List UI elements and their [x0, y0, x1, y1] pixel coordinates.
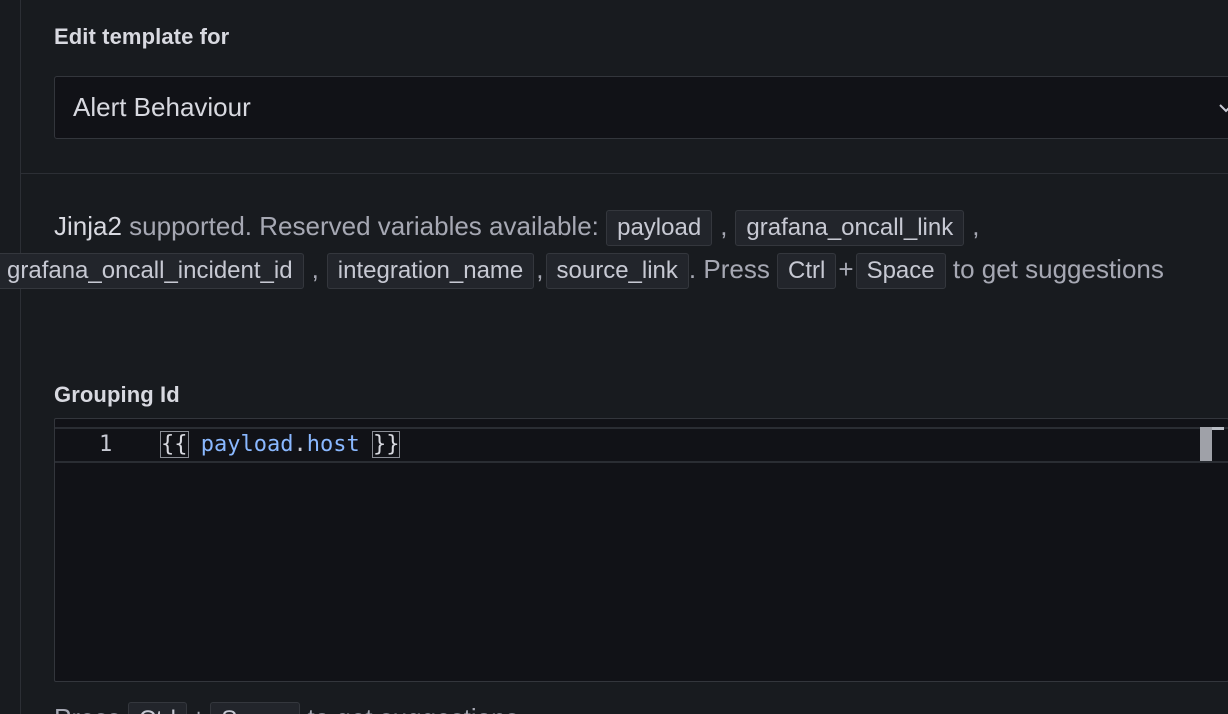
separator: ,	[720, 211, 728, 241]
variable-chip-grafana-oncall-incident-id: grafana_oncall_incident_id	[0, 253, 304, 290]
code-dot: .	[293, 432, 307, 457]
footer-ctrl-key-chip: Ctrl	[127, 702, 188, 714]
variable-chip-source-link: source_link	[545, 253, 689, 290]
footer-plus-text: +	[191, 703, 206, 714]
jinja2-label: Jinja2	[54, 211, 122, 241]
chevron-down-icon	[1219, 104, 1228, 113]
footer-suggestions-text: to get suggestions	[300, 703, 518, 714]
editor-current-line: 1 {{ payload.host }}	[55, 427, 1228, 463]
template-selector-section: Edit template for Alert Behaviour	[21, 0, 1228, 174]
variable-chip-payload: payload	[606, 210, 713, 247]
press-text: . Press	[688, 254, 778, 285]
code-variable-host: host	[306, 432, 360, 457]
editor-scrollbar-thumb[interactable]	[1200, 427, 1212, 461]
template-editor-panel: Edit template for Alert Behaviour Jinja2…	[0, 0, 1228, 714]
variable-chip-integration-name: integration_name	[326, 253, 535, 290]
plus-text: +	[838, 254, 854, 285]
grouping-id-code-editor[interactable]: 1 {{ payload.host }}	[54, 418, 1228, 682]
footer-suggestions-hint: Press Ctrl+ Space to get suggestions	[54, 698, 519, 714]
suggestions-text: to get suggestions	[945, 254, 1164, 285]
separator: ,	[972, 211, 980, 241]
ctrl-key-chip: Ctrl	[777, 253, 837, 290]
edit-template-label: Edit template for	[54, 24, 230, 49]
jinja-help-text: Jinja2 supported. Reserved variables ava…	[0, 205, 1224, 291]
template-select[interactable]: Alert Behaviour	[54, 76, 1228, 139]
variable-chip-grafana-oncall-link: grafana_oncall_link	[735, 210, 965, 247]
help-text-intro: supported. Reserved variables available:	[121, 211, 607, 241]
separator: ,	[536, 254, 544, 285]
code-variable-payload: payload	[200, 432, 294, 457]
close-brace: }}	[371, 431, 401, 458]
footer-press-text: Press	[54, 703, 128, 714]
separator: ,	[311, 254, 319, 285]
space-key-chip: Space	[855, 253, 946, 290]
footer-space-key-chip: Space	[210, 702, 301, 714]
open-brace: {{	[160, 431, 189, 458]
template-select-value: Alert Behaviour	[73, 92, 251, 122]
line-number: 1	[99, 432, 113, 457]
grouping-id-label: Grouping Id	[54, 382, 180, 407]
code-line[interactable]: {{ payload.host }}	[160, 431, 401, 458]
